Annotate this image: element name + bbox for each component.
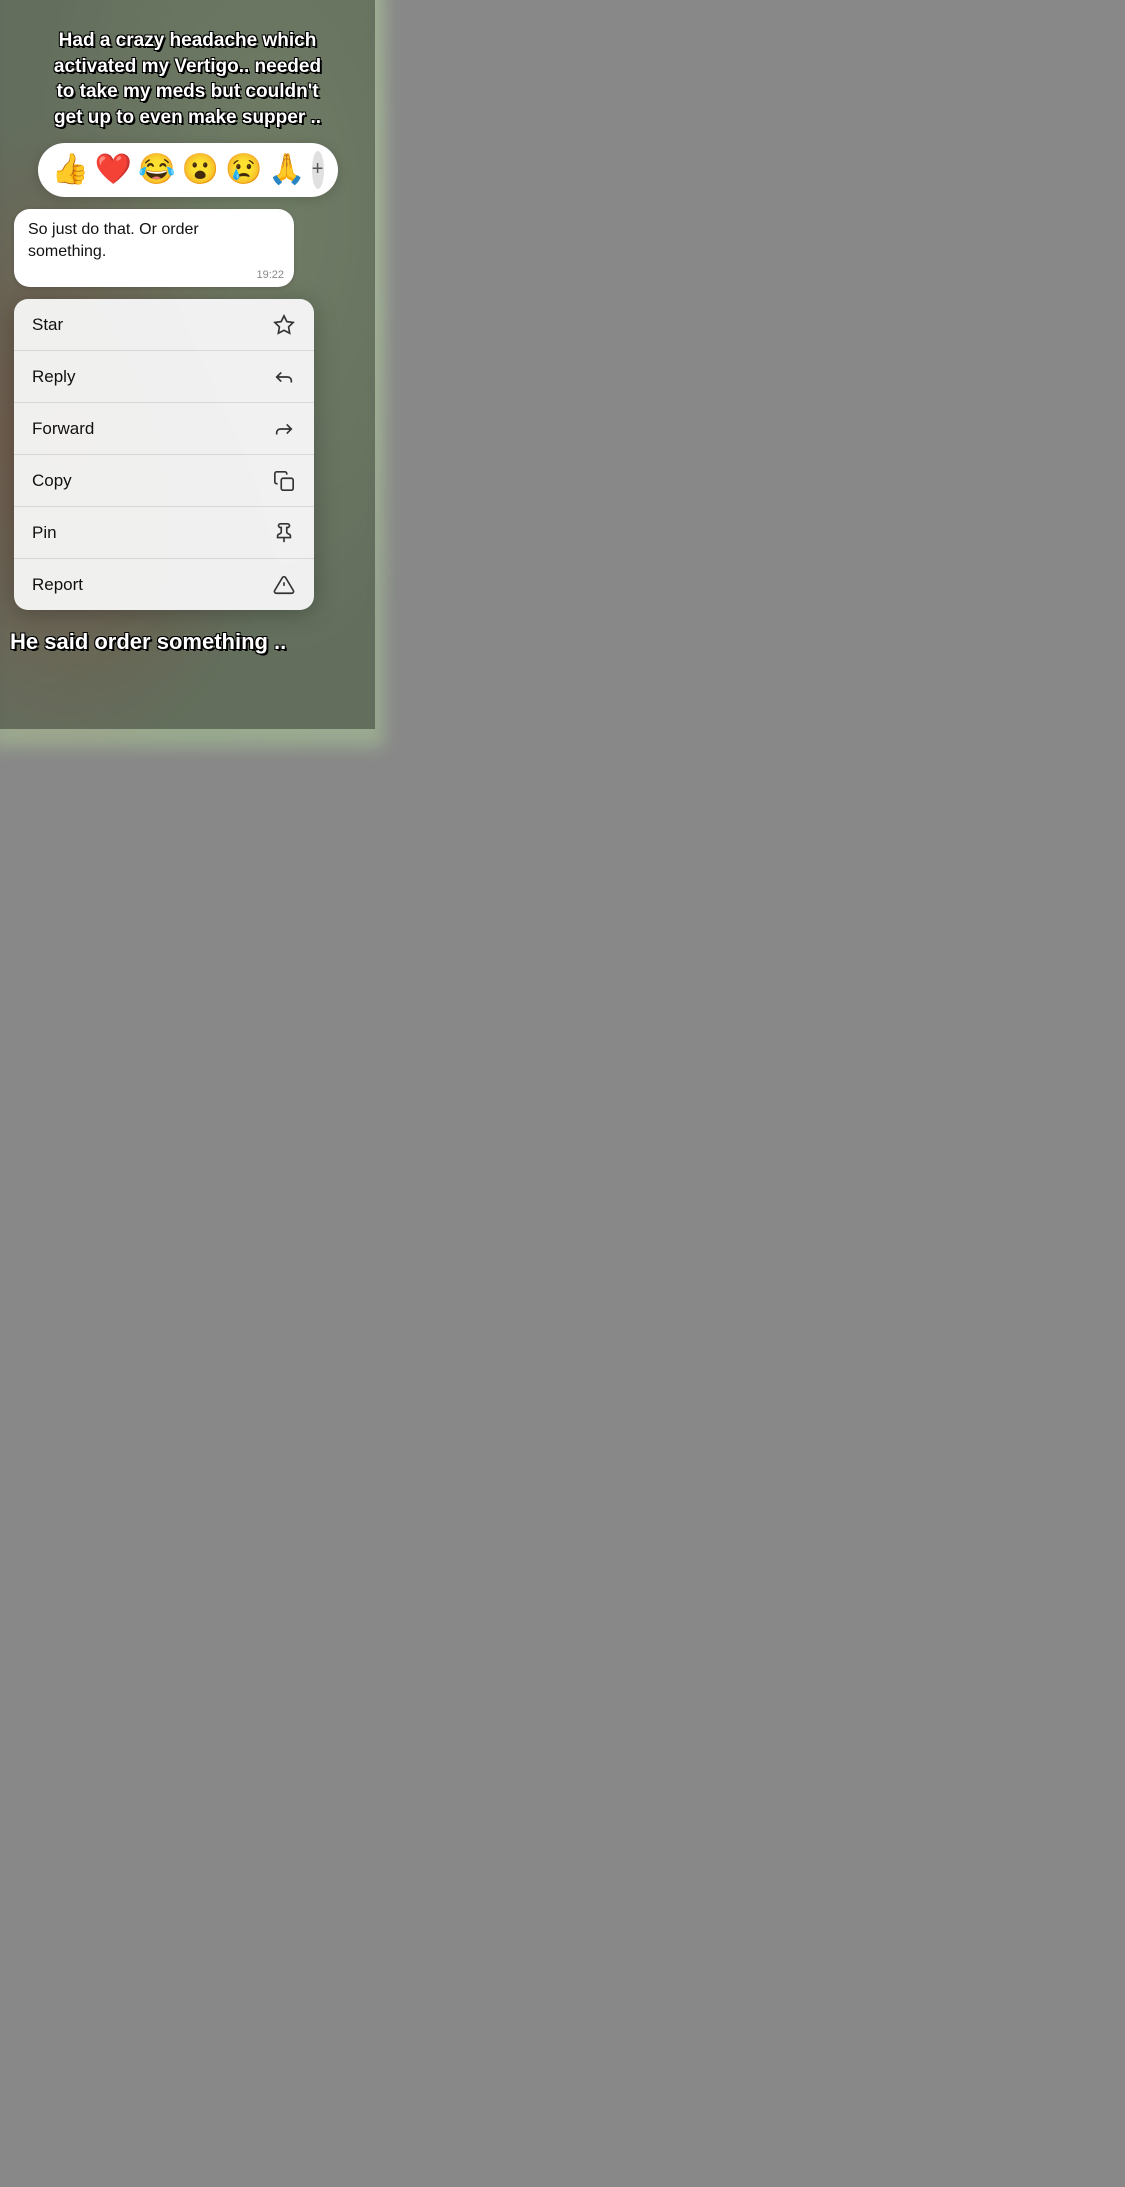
subtitle-overlay: He said order something .. (0, 628, 375, 657)
emoji-wow[interactable]: 😮 (182, 155, 219, 185)
reply-label: Reply (32, 367, 75, 387)
forward-label: Forward (32, 419, 94, 439)
emoji-more-button[interactable]: + (312, 151, 324, 189)
message-timestamp: 19:22 (256, 269, 284, 281)
report-label: Report (32, 575, 83, 595)
star-label: Star (32, 315, 63, 335)
context-menu-pin[interactable]: Pin (14, 507, 314, 559)
context-menu: Star Reply Forward (14, 299, 314, 610)
message-text: So just do that. Or order something. (28, 221, 199, 260)
caption-text: Had a crazy headache which activated my … (18, 28, 358, 131)
pin-label: Pin (32, 523, 57, 543)
context-menu-star[interactable]: Star (14, 299, 314, 351)
copy-label: Copy (32, 471, 72, 491)
report-icon (272, 573, 296, 596)
subtitle-text: He said order something .. (10, 628, 365, 657)
copy-icon (272, 469, 296, 492)
emoji-thumbsup[interactable]: 👍 (52, 155, 89, 185)
context-menu-report[interactable]: Report (14, 559, 314, 610)
forward-icon (272, 417, 296, 440)
emoji-cry[interactable]: 😢 (225, 155, 262, 185)
message-bubble: So just do that. Or order something. 19:… (14, 209, 294, 288)
context-menu-reply[interactable]: Reply (14, 351, 314, 403)
context-menu-forward[interactable]: Forward (14, 403, 314, 455)
context-menu-copy[interactable]: Copy (14, 455, 314, 507)
emoji-laugh[interactable]: 😂 (138, 155, 175, 185)
emoji-reaction-bar[interactable]: 👍 ❤️ 😂 😮 😢 🙏 + (38, 143, 338, 197)
emoji-pray[interactable]: 🙏 (268, 155, 305, 185)
star-icon (272, 313, 296, 336)
pin-icon (272, 521, 296, 544)
emoji-heart[interactable]: ❤️ (95, 155, 132, 185)
reply-icon (272, 365, 296, 388)
